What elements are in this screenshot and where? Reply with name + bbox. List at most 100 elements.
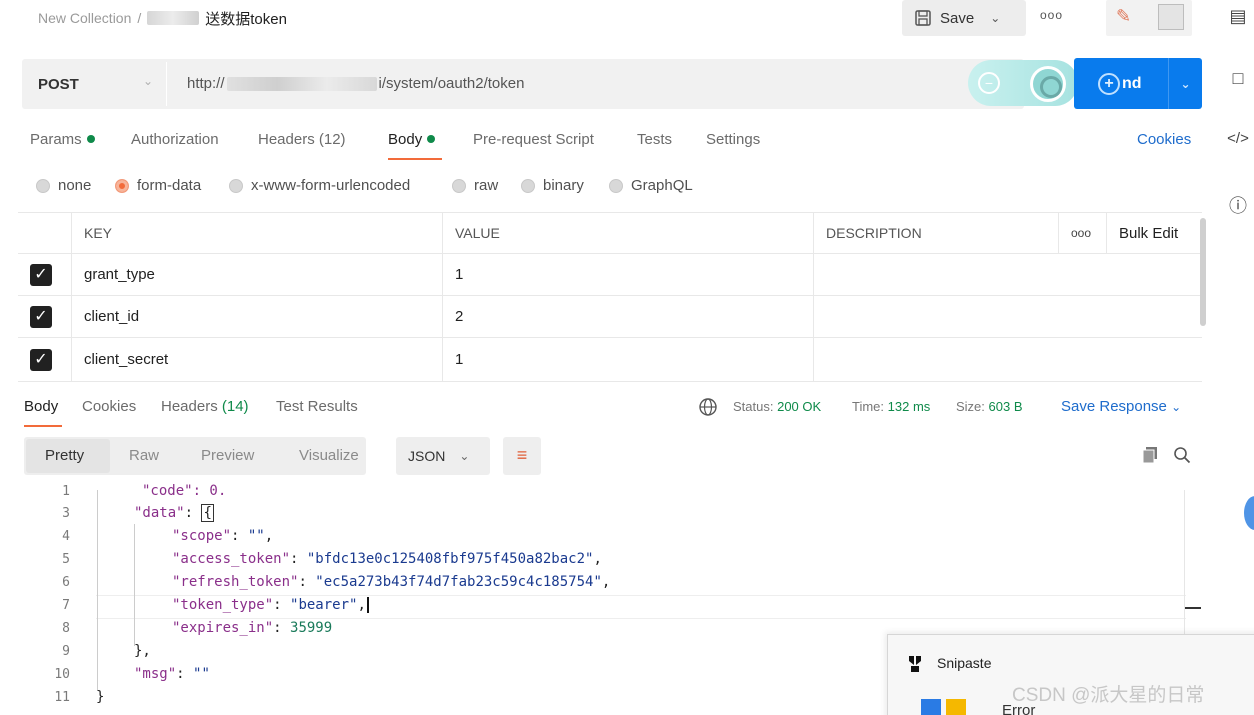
- method-select[interactable]: POST: [38, 76, 79, 93]
- active-tab-underline: [388, 158, 442, 160]
- notification-title: Snipaste: [937, 655, 992, 671]
- description-cell[interactable]: [814, 254, 1202, 295]
- language-select[interactable]: JSON ⌄: [396, 437, 490, 475]
- comments-icon[interactable]: □: [1222, 68, 1254, 89]
- chevron-down-icon[interactable]: ⌄: [1181, 77, 1191, 91]
- radio-circle: [452, 178, 466, 193]
- line-number: 7: [62, 598, 70, 613]
- request-name[interactable]: 送数据token: [205, 8, 287, 29]
- size-readout: Size: 603 B: [956, 399, 1023, 414]
- chevron-down-icon[interactable]: ⌄: [143, 74, 153, 88]
- documentation-icon[interactable]: [1158, 4, 1184, 30]
- record-icon[interactable]: [1030, 66, 1066, 102]
- chevron-down-icon[interactable]: ⌄: [990, 11, 1000, 25]
- code-line: "data": {: [134, 504, 214, 522]
- code-line: "token_type": "bearer",: [172, 597, 369, 613]
- radio-raw[interactable]: raw: [452, 177, 498, 194]
- tab-tests[interactable]: Tests: [637, 131, 672, 148]
- line-number: 3: [62, 506, 70, 521]
- response-tab-test-results[interactable]: Test Results: [276, 398, 358, 415]
- line-number: 11: [54, 690, 70, 705]
- value-cell[interactable]: 1: [443, 338, 814, 381]
- url-path: i/system/oauth2/token: [378, 75, 525, 92]
- globe-icon[interactable]: [698, 397, 718, 420]
- info-icon[interactable]: ⓘ: [1222, 192, 1254, 218]
- response-tab-cookies[interactable]: Cookies: [82, 398, 136, 415]
- redacted-host: [226, 76, 377, 91]
- scroll-marker: [1185, 607, 1201, 609]
- plus-circle-icon: +: [1098, 72, 1120, 95]
- code-line: "access_token": "bfdc13e0c125408fbf975f4…: [172, 551, 602, 567]
- table-row: ✓ grant_type 1: [18, 254, 1202, 296]
- documentation-side-icon[interactable]: ▤: [1222, 6, 1254, 27]
- divider: [1167, 58, 1169, 109]
- save-button[interactable]: Save ⌄: [902, 0, 1026, 36]
- tab-authorization[interactable]: Authorization: [131, 131, 219, 148]
- copy-icon[interactable]: [1141, 446, 1159, 464]
- chevron-down-icon: ⌄: [459, 449, 470, 463]
- line-number: 10: [54, 667, 70, 682]
- line-number: 6: [62, 575, 70, 590]
- description-cell[interactable]: [814, 338, 1202, 381]
- response-tab-body[interactable]: Body: [24, 398, 58, 415]
- format-visualize[interactable]: Visualize: [299, 447, 359, 464]
- indicator-dot: [86, 135, 95, 143]
- description-cell[interactable]: [814, 296, 1202, 337]
- radio-circle: [521, 178, 535, 193]
- radio-form-data[interactable]: form-data: [115, 177, 201, 194]
- tab-body[interactable]: Body: [388, 131, 436, 148]
- value-cell[interactable]: 1: [443, 254, 814, 295]
- floating-blue-button[interactable]: [1244, 496, 1254, 530]
- radio-none[interactable]: none: [36, 177, 91, 194]
- radio-circle: [36, 178, 50, 193]
- radio-circle-selected: [115, 178, 129, 193]
- bulk-edit-button[interactable]: Bulk Edit: [1107, 213, 1202, 253]
- checkbox[interactable]: ✓: [30, 305, 52, 328]
- tab-headers[interactable]: Headers (12): [258, 131, 346, 148]
- table-row: ✓ client_id 2: [18, 296, 1202, 338]
- search-icon[interactable]: [1173, 446, 1191, 464]
- app-tile-icon: [946, 699, 966, 715]
- key-cell[interactable]: client_id: [72, 296, 443, 337]
- indicator-dot: [427, 135, 436, 143]
- format-raw[interactable]: Raw: [129, 447, 159, 464]
- checkbox[interactable]: ✓: [30, 263, 52, 286]
- wrap-lines-icon[interactable]: ≡: [503, 437, 541, 475]
- format-preview[interactable]: Preview: [201, 447, 254, 464]
- tab-settings[interactable]: Settings: [706, 131, 760, 148]
- format-pretty[interactable]: Pretty: [45, 447, 84, 464]
- code-line: }: [96, 689, 105, 705]
- edit-pencil-icon[interactable]: ✎: [1116, 6, 1131, 27]
- checkbox[interactable]: ✓: [30, 348, 52, 371]
- divider: [166, 62, 167, 106]
- tab-params[interactable]: Params: [30, 131, 95, 148]
- code-line: "code": 0,: [142, 483, 227, 495]
- table-scrollbar[interactable]: [1200, 218, 1206, 326]
- line-number: 9: [62, 644, 70, 659]
- minus-circle-icon[interactable]: −: [978, 72, 1000, 94]
- header-key: KEY: [72, 213, 443, 253]
- response-tab-headers[interactable]: Headers (14): [161, 398, 249, 415]
- code-line: "expires_in": 35999: [172, 620, 333, 636]
- more-options-icon[interactable]: ooo: [1059, 213, 1107, 253]
- line-number: 5: [62, 552, 70, 567]
- breadcrumb-collection[interactable]: New Collection: [38, 10, 131, 26]
- redacted-text: [147, 11, 200, 25]
- tab-pre-request-script[interactable]: Pre-request Script: [473, 131, 594, 148]
- send-button[interactable]: + nd ⌄: [1074, 58, 1202, 109]
- value-cell[interactable]: 2: [443, 296, 814, 337]
- save-response-button[interactable]: Save Response ⌄: [1061, 398, 1181, 415]
- key-cell[interactable]: client_secret: [72, 338, 443, 381]
- key-cell[interactable]: grant_type: [72, 254, 443, 295]
- indent-guide: [97, 490, 98, 690]
- more-options-icon[interactable]: ooo: [1040, 8, 1063, 22]
- radio-graphql[interactable]: GraphQL: [609, 177, 693, 194]
- save-label: Save: [940, 9, 975, 27]
- code-icon[interactable]: </>: [1222, 130, 1254, 147]
- code-scrollbar-track: [1184, 490, 1185, 634]
- radio-urlencoded[interactable]: x-www-form-urlencoded: [229, 177, 410, 194]
- status-readout: Status: 200 OK: [733, 399, 822, 414]
- url-input[interactable]: http:// i/system/oauth2/token: [187, 75, 524, 92]
- cookies-link[interactable]: Cookies: [1137, 131, 1191, 148]
- radio-binary[interactable]: binary: [521, 177, 584, 194]
